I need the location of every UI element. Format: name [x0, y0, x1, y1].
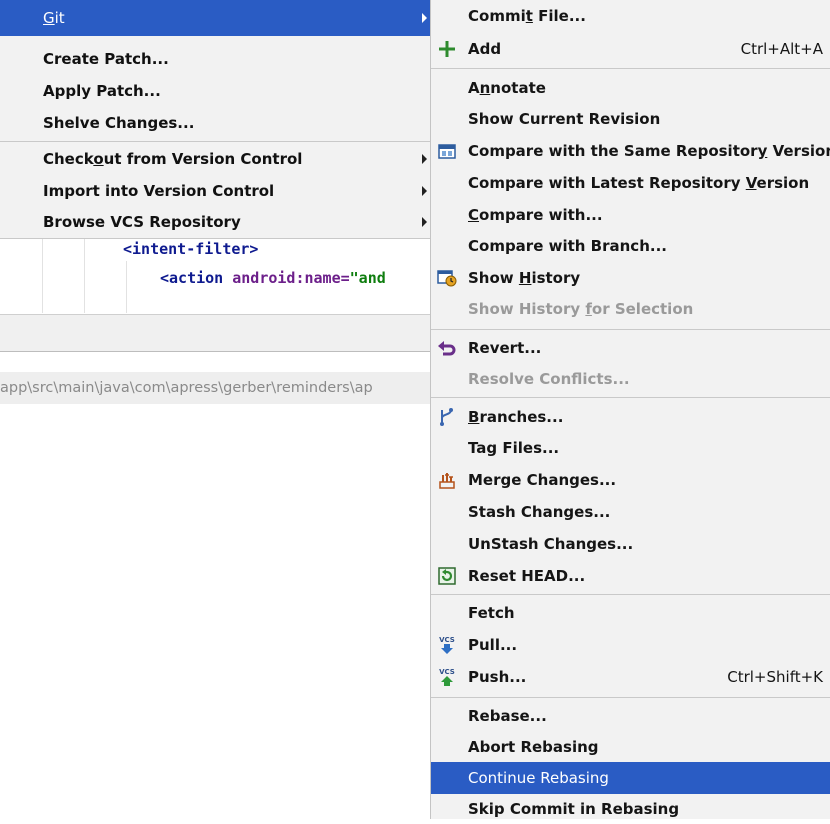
git-submenu: Commit File... Add Ctrl+Alt+A Annotate S…: [430, 0, 830, 819]
menu-item-unstash-changes[interactable]: UnStash Changes...: [431, 528, 830, 560]
menu-item-label: Skip Commit in Rebasing: [468, 800, 680, 818]
menu-item-label: UnStash Changes...: [468, 535, 634, 553]
vcs-menu: Git Create Patch... Apply Patch... Shelv…: [0, 0, 430, 239]
menu-item-label: Show History: [468, 269, 581, 287]
menu-item-label: Compare with Branch...: [468, 237, 667, 255]
svg-text:VCS: VCS: [439, 668, 455, 676]
history-icon: [437, 270, 457, 287]
plus-icon: [439, 41, 455, 57]
code-editor[interactable]: <intent-filter> <action android:name="an…: [0, 239, 430, 313]
branches-icon: [440, 408, 453, 426]
menu-item-label: Continue Rebasing: [468, 769, 609, 787]
menu-item-label: Revert...: [468, 339, 542, 357]
code-line: <action android:name="and: [160, 269, 386, 287]
menu-item-commit-file[interactable]: Commit File...: [431, 0, 830, 32]
menu-item-pull[interactable]: VCS Pull...: [431, 629, 830, 661]
menu-item-label: Compare with...: [468, 206, 603, 224]
menu-item-compare-latest[interactable]: Compare with Latest Repository Version: [431, 167, 830, 199]
menu-separator: [431, 594, 830, 595]
menu-item-import-vcs[interactable]: Import into Version Control: [0, 176, 430, 206]
menu-item-continue-rebasing[interactable]: Continue Rebasing: [431, 762, 830, 794]
merge-icon: [439, 473, 455, 489]
revert-icon: [438, 341, 456, 356]
menu-item-compare-with[interactable]: Compare with...: [431, 199, 830, 231]
indent-guide: [84, 239, 85, 313]
shortcut-label: Ctrl+Shift+K: [727, 668, 823, 686]
shortcut-label: Ctrl+Alt+A: [740, 40, 823, 58]
submenu-arrow-icon: [422, 186, 427, 196]
menu-item-label: Import into Version Control: [43, 182, 275, 200]
menu-item-browse-vcs[interactable]: Browse VCS Repository: [0, 207, 430, 237]
menu-item-rebase[interactable]: Rebase...: [431, 700, 830, 732]
menu-item-label: Shelve Changes...: [43, 114, 195, 132]
menu-item-abort-rebasing[interactable]: Abort Rebasing: [431, 731, 830, 763]
menu-separator: [431, 397, 830, 398]
menu-item-show-current-revision[interactable]: Show Current Revision: [431, 103, 830, 135]
submenu-arrow-icon: [422, 217, 427, 227]
menu-item-label: Abort Rebasing: [468, 738, 599, 756]
menu-item-label: Pull...: [468, 636, 518, 654]
status-bar-path: app\src\main\java\com\apress\gerber\remi…: [0, 372, 430, 404]
menu-item-push[interactable]: VCS Push... Ctrl+Shift+K: [431, 661, 830, 693]
menu-item-label: Branches...: [468, 408, 564, 426]
menu-item-label: Show Current Revision: [468, 110, 661, 128]
submenu-arrow-icon: [422, 13, 427, 23]
menu-item-label: Resolve Conflicts...: [468, 370, 630, 388]
menu-item-label: Commit File...: [468, 7, 586, 25]
menu-item-stash-changes[interactable]: Stash Changes...: [431, 496, 830, 528]
menu-item-label: Merge Changes...: [468, 471, 617, 489]
submenu-arrow-icon: [422, 154, 427, 164]
vcs-push-icon: VCS: [439, 668, 455, 686]
menu-item-show-history[interactable]: Show History: [431, 262, 830, 294]
menu-item-create-patch[interactable]: Create Patch...: [0, 44, 430, 74]
menu-item-label: Rebase...: [468, 707, 547, 725]
menu-item-label: Push...: [468, 668, 527, 686]
code-line: <intent-filter>: [123, 240, 259, 258]
menu-item-annotate[interactable]: Annotate: [431, 72, 830, 104]
menu-item-label: Annotate: [468, 79, 546, 97]
menu-separator: [431, 329, 830, 330]
menu-item-label: Compare with Latest Repository Version: [468, 174, 810, 192]
vcs-pull-icon: VCS: [439, 636, 455, 654]
menu-item-label: Compare with the Same Repository Version: [468, 142, 830, 160]
editor-scrollbar[interactable]: [0, 314, 430, 352]
menu-item-show-history-selection[interactable]: Show History for Selection: [431, 293, 830, 325]
menu-item-label: Tag Files...: [468, 439, 560, 457]
menu-separator: [431, 697, 830, 698]
compare-icon: [438, 144, 456, 159]
menu-item-git[interactable]: Git: [0, 0, 430, 36]
menu-separator: [0, 141, 430, 142]
menu-item-label: Create Patch...: [43, 50, 169, 68]
menu-item-checkout[interactable]: Checkout from Version Control: [0, 144, 430, 174]
menu-item-fetch[interactable]: Fetch: [431, 597, 830, 629]
indent-guide: [42, 239, 43, 313]
menu-item-resolve-conflicts[interactable]: Resolve Conflicts...: [431, 363, 830, 395]
menu-separator: [431, 68, 830, 69]
menu-item-merge-changes[interactable]: Merge Changes...: [431, 464, 830, 496]
menu-item-shelve-changes[interactable]: Shelve Changes...: [0, 108, 430, 138]
menu-item-reset-head[interactable]: Reset HEAD...: [431, 560, 830, 592]
indent-guide: [126, 261, 127, 313]
menu-item-label: Reset HEAD...: [468, 567, 586, 585]
menu-item-apply-patch[interactable]: Apply Patch...: [0, 76, 430, 106]
menu-item-add[interactable]: Add Ctrl+Alt+A: [431, 33, 830, 65]
menu-item-label: Apply Patch...: [43, 82, 161, 100]
menu-item-revert[interactable]: Revert...: [431, 332, 830, 364]
menu-item-label: Show History for Selection: [468, 300, 694, 318]
menu-item-label: Add: [468, 40, 502, 58]
menu-item-tag-files[interactable]: Tag Files...: [431, 432, 830, 464]
menu-item-skip-commit[interactable]: Skip Commit in Rebasing: [431, 794, 830, 819]
menu-item-label: Browse VCS Repository: [43, 213, 241, 231]
menu-item-label: Checkout from Version Control: [43, 150, 303, 168]
menu-item-label: Stash Changes...: [468, 503, 611, 521]
svg-text:VCS: VCS: [439, 636, 455, 644]
menu-item-label: Fetch: [468, 604, 515, 622]
menu-item-compare-branch[interactable]: Compare with Branch...: [431, 230, 830, 262]
menu-item-compare-same-repo[interactable]: Compare with the Same Repository Version: [431, 135, 830, 167]
menu-item-branches[interactable]: Branches...: [431, 401, 830, 433]
menu-item-label: Git: [43, 9, 65, 27]
reset-icon: [438, 567, 456, 585]
